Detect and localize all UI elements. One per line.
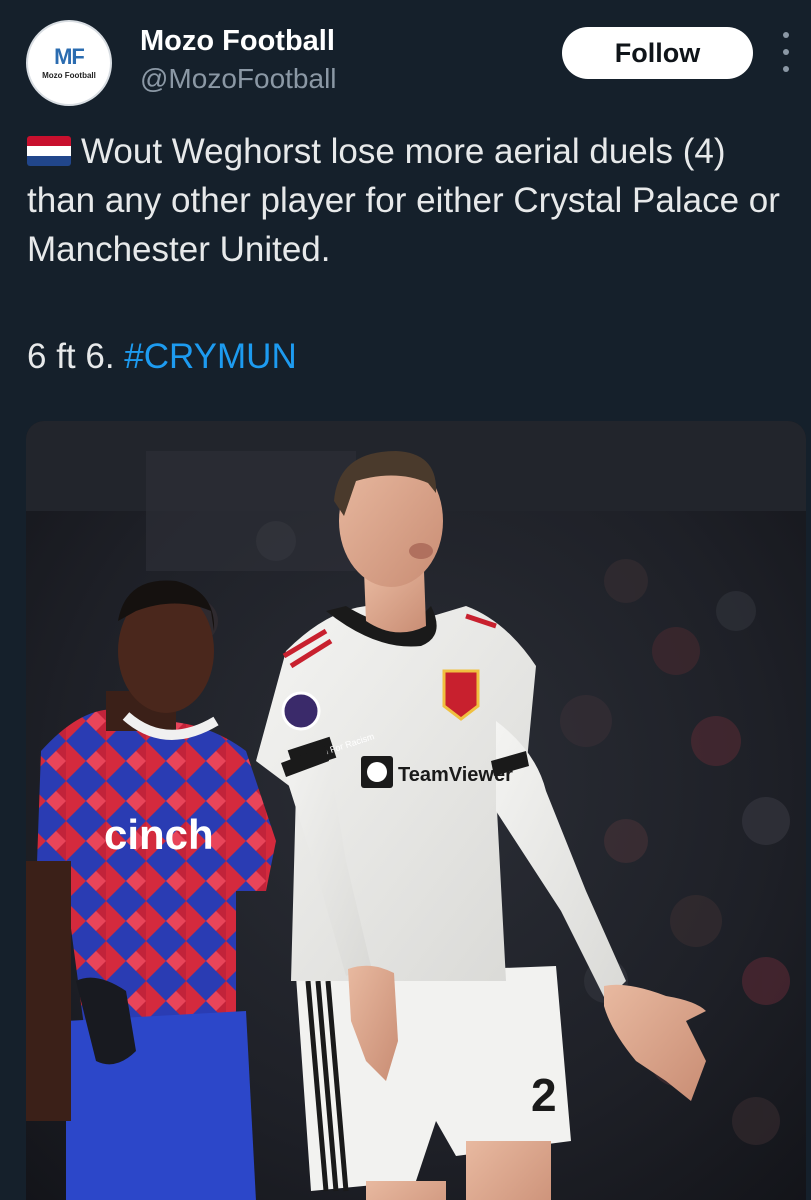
hashtag-link[interactable]: #CRYMUN	[124, 337, 296, 376]
shorts-number: 2	[531, 1069, 557, 1121]
tweet-body: Wout Weghorst lose more aerial duels (4)…	[27, 132, 780, 269]
tweet-text: Wout Weghorst lose more aerial duels (4)…	[27, 127, 797, 274]
photo-illustration: cinch 2 No Room For Racism TeamViewer	[26, 421, 806, 1200]
netherlands-flag-icon	[27, 136, 71, 166]
tweet-photo[interactable]: cinch 2 No Room For Racism TeamViewer	[26, 421, 806, 1200]
tweet-line2: 6 ft 6. #CRYMUN	[27, 332, 297, 381]
tweet-height-text: 6 ft 6.	[27, 337, 115, 376]
sponsor-cinch: cinch	[104, 811, 214, 858]
tweet-page: MF Mozo Football Mozo Football @MozoFoot…	[0, 0, 811, 1200]
more-vertical-icon[interactable]	[776, 32, 796, 72]
avatar[interactable]: MF Mozo Football	[26, 20, 112, 106]
account-name[interactable]: Mozo Football	[140, 24, 335, 58]
follow-button[interactable]: Follow	[562, 27, 753, 79]
account-handle[interactable]: @MozoFootball	[140, 62, 337, 96]
avatar-logo-text: Mozo Football	[42, 71, 96, 80]
avatar-logo-mark: MF	[54, 44, 85, 69]
